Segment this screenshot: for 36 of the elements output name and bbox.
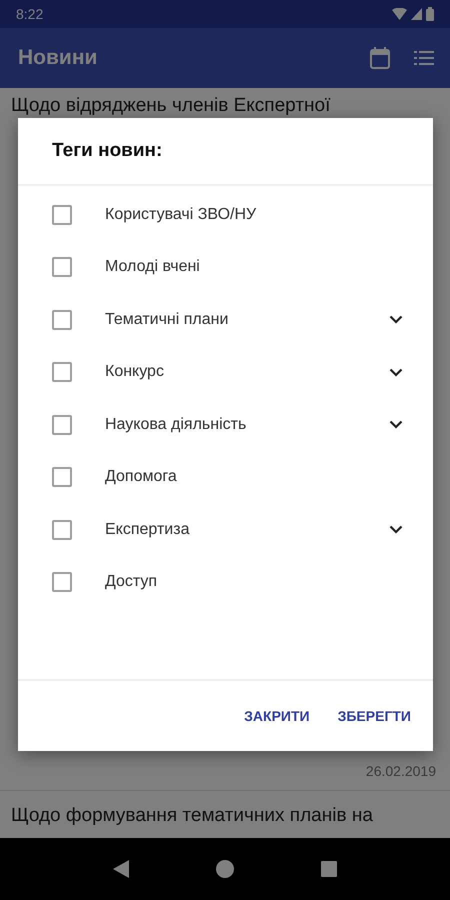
recents-icon[interactable] [320,861,337,877]
back-icon[interactable] [113,860,130,878]
tag-label[interactable]: Допомога [105,465,403,490]
clock-text: 8:22 [16,4,44,24]
home-icon[interactable] [216,860,234,878]
signal-icon [411,8,422,20]
calendar-icon[interactable] [370,47,390,69]
checkbox[interactable] [52,520,72,540]
chevron-down-icon[interactable] [389,420,403,430]
dialog-title: Теги новин: [51,139,164,163]
news-title[interactable]: Щодо відряджень членів Експертної [11,93,330,120]
app-title: Новини [18,45,98,72]
tag-label[interactable]: Наукова діяльність [105,412,389,437]
checkbox[interactable] [52,467,72,488]
checkbox[interactable] [52,362,72,382]
battery-icon [426,7,434,21]
checkbox[interactable] [52,572,72,592]
list-icon[interactable] [414,51,434,65]
checkbox[interactable] [52,310,72,330]
chevron-down-icon[interactable] [389,525,403,534]
news-title[interactable]: Щодо формування тематичних планів на [11,802,373,829]
dialog-button[interactable]: ЗАКРИТИ [234,698,320,734]
checkbox[interactable] [52,414,72,435]
wifi-icon [392,8,407,20]
tag-label[interactable]: Молоді вчені [105,255,403,280]
tag-label[interactable]: Конкурс [105,360,389,384]
chevron-down-icon[interactable] [389,368,403,377]
tag-label[interactable]: Доступ [105,570,403,594]
tag-label[interactable]: Експертиза [105,518,389,542]
dialog-button[interactable]: ЗБЕРЕГТИ [328,698,421,734]
tag-label[interactable]: Користувачі ЗВО/НУ [105,202,403,227]
tag-label[interactable]: Тематичні плани [105,308,389,332]
news-date: 26.02.2019 [366,762,436,778]
checkbox[interactable] [52,257,72,278]
chevron-down-icon[interactable] [389,315,403,324]
checkbox[interactable] [52,204,72,225]
